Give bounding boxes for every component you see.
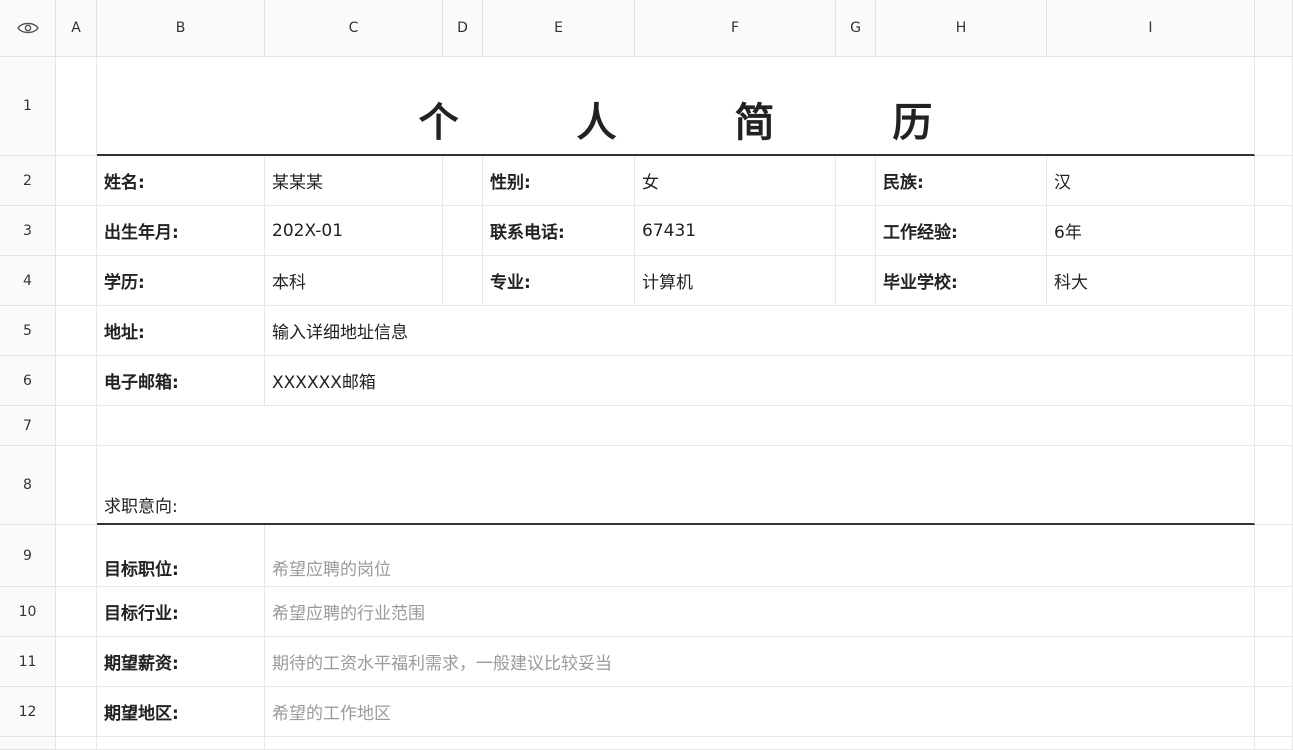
job-intent-heading[interactable]: 求职意向: (97, 446, 1255, 525)
cell-extra-7[interactable] (1255, 406, 1293, 446)
cell-a9[interactable] (56, 525, 97, 587)
row-header-13[interactable] (0, 737, 56, 750)
cell-extra-4[interactable] (1255, 256, 1293, 306)
name-value[interactable]: 某某某 (265, 156, 443, 206)
column-header-b[interactable]: B (97, 0, 265, 57)
row-header-7[interactable]: 7 (0, 406, 56, 446)
experience-value[interactable]: 6年 (1047, 206, 1255, 256)
row-header-4[interactable]: 4 (0, 256, 56, 306)
cell-d4[interactable] (443, 256, 483, 306)
target-position-value[interactable]: 希望应聘的岗位 (265, 525, 1255, 587)
cell-extra-13[interactable] (1255, 737, 1293, 750)
birth-label[interactable]: 出生年月: (97, 206, 265, 256)
column-header-f[interactable]: F (635, 0, 836, 57)
expected-salary-value[interactable]: 期待的工资水平福利需求，一般建议比较妥当 (265, 637, 1255, 687)
column-header-extra[interactable] (1255, 0, 1293, 57)
cell-a5[interactable] (56, 306, 97, 356)
column-header-g[interactable]: G (836, 0, 876, 57)
cell-g2[interactable] (836, 156, 876, 206)
cell-a1[interactable] (56, 57, 97, 156)
cell-extra-12[interactable] (1255, 687, 1293, 737)
cell-b7[interactable] (97, 406, 1255, 446)
cell-a12[interactable] (56, 687, 97, 737)
cell-extra-11[interactable] (1255, 637, 1293, 687)
name-label[interactable]: 姓名: (97, 156, 265, 206)
birth-value[interactable]: 202X-01 (265, 206, 443, 256)
cell-a6[interactable] (56, 356, 97, 406)
target-position-label[interactable]: 目标职位: (97, 525, 265, 587)
cell-extra-5[interactable] (1255, 306, 1293, 356)
column-header-d[interactable]: D (443, 0, 483, 57)
cell-extra-9[interactable] (1255, 525, 1293, 587)
row-header-12[interactable]: 12 (0, 687, 56, 737)
row-header-1[interactable]: 1 (0, 57, 56, 156)
row-header-9[interactable]: 9 (0, 525, 56, 587)
cell-a4[interactable] (56, 256, 97, 306)
cell-g3[interactable] (836, 206, 876, 256)
ethnicity-value[interactable]: 汉 (1047, 156, 1255, 206)
row-header-10[interactable]: 10 (0, 587, 56, 637)
cell-a7[interactable] (56, 406, 97, 446)
cell-extra-6[interactable] (1255, 356, 1293, 406)
ethnicity-label[interactable]: 民族: (876, 156, 1047, 206)
cell-a13[interactable] (56, 737, 97, 750)
target-industry-value[interactable]: 希望应聘的行业范围 (265, 587, 1255, 637)
cell-a3[interactable] (56, 206, 97, 256)
cell-extra-3[interactable] (1255, 206, 1293, 256)
expected-region-value[interactable]: 希望的工作地区 (265, 687, 1255, 737)
email-label[interactable]: 电子邮箱: (97, 356, 265, 406)
select-all-corner[interactable] (0, 0, 56, 57)
cell-b13[interactable] (97, 737, 265, 750)
cell-a11[interactable] (56, 637, 97, 687)
phone-label[interactable]: 联系电话: (483, 206, 635, 256)
row-header-2[interactable]: 2 (0, 156, 56, 206)
education-value[interactable]: 本科 (265, 256, 443, 306)
column-header-i[interactable]: I (1047, 0, 1255, 57)
row-header-8[interactable]: 8 (0, 446, 56, 525)
education-label[interactable]: 学历: (97, 256, 265, 306)
eye-icon[interactable] (16, 21, 39, 35)
row-header-3[interactable]: 3 (0, 206, 56, 256)
cell-d2[interactable] (443, 156, 483, 206)
cell-extra-8[interactable] (1255, 446, 1293, 525)
address-value[interactable]: 输入详细地址信息 (265, 306, 1255, 356)
expected-region-label[interactable]: 期望地区: (97, 687, 265, 737)
cell-extra-10[interactable] (1255, 587, 1293, 637)
gender-value[interactable]: 女 (635, 156, 836, 206)
cell-c13[interactable] (265, 737, 1255, 750)
cell-a8[interactable] (56, 446, 97, 525)
row-header-6[interactable]: 6 (0, 356, 56, 406)
cell-a10[interactable] (56, 587, 97, 637)
cell-a2[interactable] (56, 156, 97, 206)
cell-g4[interactable] (836, 256, 876, 306)
row-header-5[interactable]: 5 (0, 306, 56, 356)
target-industry-label[interactable]: 目标行业: (97, 587, 265, 637)
major-label[interactable]: 专业: (483, 256, 635, 306)
column-header-a[interactable]: A (56, 0, 97, 57)
email-value[interactable]: XXXXXX邮箱 (265, 356, 1255, 406)
column-header-c[interactable]: C (265, 0, 443, 57)
resume-title-text: 个 人 简 历 (418, 100, 985, 146)
column-header-e[interactable]: E (483, 0, 635, 57)
major-value[interactable]: 计算机 (635, 256, 836, 306)
school-label[interactable]: 毕业学校: (876, 256, 1047, 306)
resume-title[interactable]: 个 人 简 历 (97, 57, 1255, 156)
expected-salary-label[interactable]: 期望薪资: (97, 637, 265, 687)
cell-extra-2[interactable] (1255, 156, 1293, 206)
row-header-11[interactable]: 11 (0, 637, 56, 687)
address-label[interactable]: 地址: (97, 306, 265, 356)
column-header-h[interactable]: H (876, 0, 1047, 57)
experience-label[interactable]: 工作经验: (876, 206, 1047, 256)
cell-extra-1[interactable] (1255, 57, 1293, 156)
cell-d3[interactable] (443, 206, 483, 256)
phone-value[interactable]: 67431 (635, 206, 836, 256)
gender-label[interactable]: 性别: (483, 156, 635, 206)
school-value[interactable]: 科大 (1047, 256, 1255, 306)
spreadsheet-grid: A B C D E F G H I 1 2 3 4 5 6 7 8 9 10 1… (0, 0, 1293, 750)
